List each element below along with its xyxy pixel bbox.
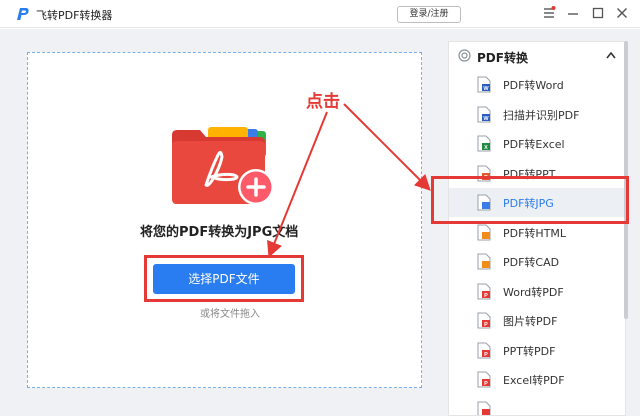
title-bar: 飞转PDF转换器 登录/注册 <box>0 0 640 28</box>
sidebar-item-label: PPT转PDF <box>503 344 556 358</box>
convert-heading: 将您的PDF转换为JPG文档 <box>140 225 299 240</box>
group-title: PDF转换 <box>477 51 528 65</box>
svg-text:W: W <box>483 86 489 92</box>
convert-circle-icon <box>458 49 471 62</box>
sidebar-item-label: PDF转CAD <box>503 256 560 269</box>
sidebar-item[interactable]: W 扫描并识别PDF <box>449 100 625 129</box>
svg-text:P: P <box>484 352 488 358</box>
cad-doc-icon <box>477 253 491 270</box>
minimize-icon[interactable] <box>565 5 581 21</box>
sidebar-item-label: 扫描并识别PDF <box>503 108 580 122</box>
sidebar-item[interactable]: W PDF转Word <box>449 70 625 99</box>
sidebar-item[interactable]: P Word转PDF <box>449 277 625 306</box>
login-register-button[interactable]: 登录/注册 <box>397 6 461 23</box>
sidebar-item[interactable]: PDF转CAD <box>449 247 625 276</box>
scan-doc-icon: W <box>477 106 491 122</box>
sidebar-item-label: PDF转Word <box>503 79 564 92</box>
sidebar-item[interactable]: P 图片转PDF <box>449 306 625 335</box>
annotation-box-select-button <box>144 255 304 302</box>
word-doc-icon: W <box>477 76 491 93</box>
excel-doc-icon: X <box>477 135 491 152</box>
file-drop-zone[interactable] <box>27 52 422 388</box>
annotation-box-pdf-to-jpg <box>431 176 629 224</box>
menu-icon[interactable] <box>541 5 557 21</box>
svg-text:X: X <box>484 145 488 151</box>
drag-hint-text: 或将文件拖入 <box>200 309 260 320</box>
sidebar-item-label: Word转PDF <box>503 285 564 299</box>
chevron-up-icon[interactable] <box>605 50 617 60</box>
sidebar-item[interactable]: X PDF转Excel <box>449 129 625 158</box>
pdf-doc-icon: P <box>477 312 491 329</box>
sidebar-item-label: Excel转PDF <box>503 374 565 387</box>
pdf-doc-icon <box>477 401 491 415</box>
svg-text:P: P <box>484 293 488 299</box>
html-doc-icon <box>477 224 491 240</box>
close-icon[interactable] <box>614 5 630 21</box>
svg-text:P: P <box>484 322 488 328</box>
annotation-click-label: 点击 <box>306 92 340 112</box>
sidebar-item-label: PDF转HTML <box>503 226 567 240</box>
maximize-icon[interactable] <box>590 5 606 21</box>
pdf-convert-group-header[interactable]: PDF转换 <box>449 42 625 70</box>
sidebar-item-label: PDF转Excel <box>503 138 565 151</box>
conversion-sidebar: PDF转换 W PDF转Word W 扫描并识别PDF X PDF转Excel P PDF转P… <box>448 41 626 416</box>
pdf-folder-icon <box>172 127 274 205</box>
pdf-doc-icon: P <box>477 371 491 388</box>
svg-text:P: P <box>484 381 488 387</box>
pdf-doc-icon: P <box>477 283 491 299</box>
pdf-doc-icon: P <box>477 342 491 358</box>
sidebar-item[interactable]: P PPT转PDF <box>449 336 625 365</box>
app-title: 飞转PDF转换器 <box>36 9 113 22</box>
svg-text:W: W <box>483 116 489 122</box>
app-logo-icon <box>17 8 29 20</box>
sidebar-item[interactable]: P Excel转PDF <box>449 365 625 394</box>
sidebar-item-label: 图片转PDF <box>503 315 558 328</box>
sidebar-item[interactable] <box>449 395 625 415</box>
